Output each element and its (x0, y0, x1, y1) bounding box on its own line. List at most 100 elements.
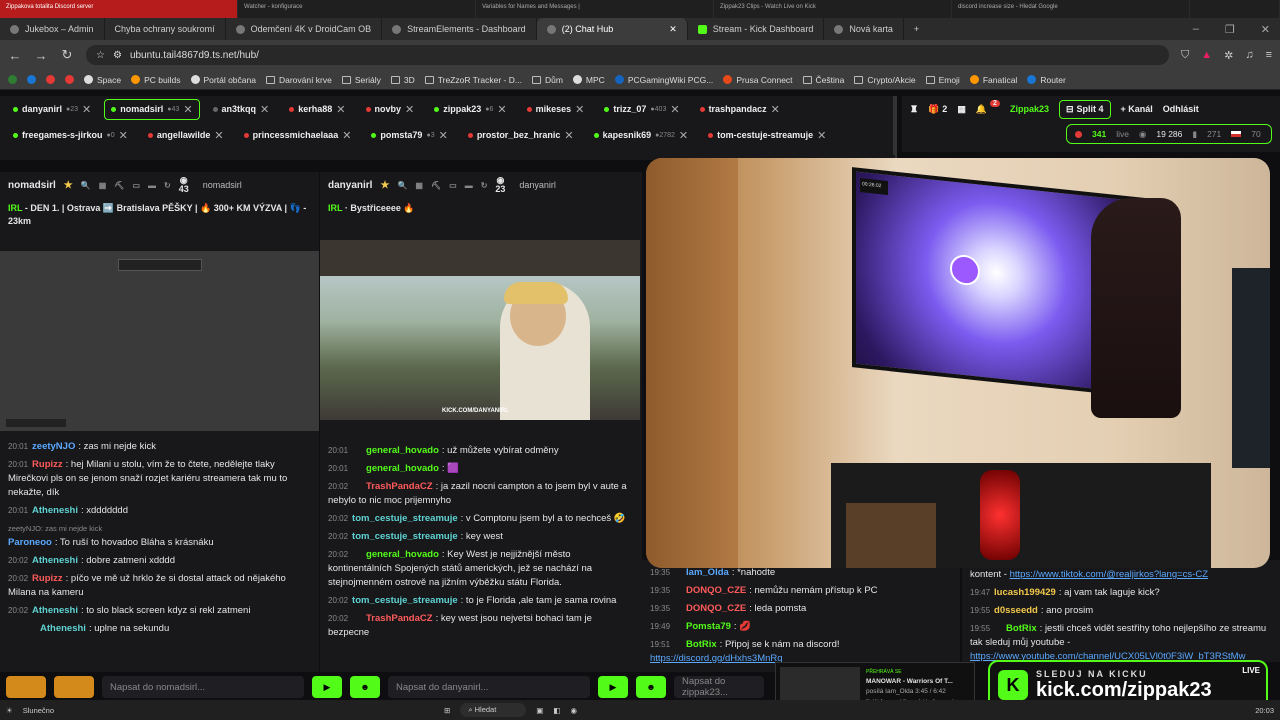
channel-chip-kerha88[interactable]: kerha88 ✕ (282, 99, 352, 120)
beer-emote-icon[interactable] (6, 676, 46, 698)
close-icon[interactable]: ✕ (771, 103, 780, 116)
chat-username[interactable]: Pomsta79 (686, 621, 731, 632)
maximize-icon[interactable]: ❐ (1225, 23, 1235, 36)
channel-chip-zippak23[interactable]: zippak23 ●6 ✕ (427, 99, 513, 120)
screen-icon[interactable]: ▭ (449, 181, 457, 190)
bookmark-prusa[interactable]: Prusa Connect (723, 75, 793, 85)
chat-input-danyanirl[interactable]: Napsat do danyanirl... (388, 676, 590, 698)
screen-icon[interactable]: ▭ (132, 181, 140, 190)
bookmark-mpc[interactable]: MPC (572, 75, 605, 85)
chat-link[interactable]: https://discord.gg/dHxhs3MnRq (650, 653, 783, 664)
close-icon[interactable]: ✕ (82, 103, 91, 116)
chart-icon[interactable]: ▦ (99, 181, 107, 190)
favorite-star-icon[interactable]: ★ (64, 180, 73, 191)
chat-username[interactable]: Atheneshi (32, 605, 78, 616)
channel-chip-novby[interactable]: novby ✕ (359, 99, 422, 120)
close-icon[interactable]: ✕ (342, 129, 351, 142)
top-tab-2[interactable]: Variables for Names and Messages | (476, 0, 714, 18)
bookmark-series[interactable]: Seriály (341, 75, 381, 85)
chat-username[interactable]: d0sseedd (994, 605, 1038, 616)
grid-button[interactable]: ▦ (957, 104, 966, 115)
chat-username[interactable]: DONQO_CZE (686, 585, 746, 596)
reload-icon[interactable]: ↻ (60, 47, 74, 63)
bookmark-cestina[interactable]: Čeština (802, 75, 844, 85)
channel-bar-scrollbar[interactable] (893, 96, 897, 158)
top-tab-1[interactable]: Watcher - konfigurace (238, 0, 476, 18)
top-tab-3[interactable]: Zippak23 Clips - Watch Live on Kick (714, 0, 952, 18)
channel-chip-trashpandacz[interactable]: trashpandacz ✕ (693, 99, 787, 120)
bookmark-blood[interactable]: Darování krve (265, 75, 332, 85)
emote-button[interactable]: ☻ (350, 676, 380, 698)
tab-droidcam[interactable]: Odemčení 4K v DroidCam OB (226, 18, 383, 40)
start-icon[interactable]: ⊞ (444, 706, 450, 715)
tab-chat-hub[interactable]: (2) Chat Hub ✕ (536, 18, 688, 40)
bookmark-router[interactable]: Router (1027, 75, 1066, 85)
channel-chip-trizz07[interactable]: trizz_07 ●403 ✕ (597, 99, 686, 120)
forward-icon[interactable]: → (34, 48, 48, 63)
channel-chip-princess[interactable]: princessmichaelaaa ✕ (237, 125, 359, 146)
video-player-danyanirl[interactable]: KICK.COM/DANYANIRL (320, 240, 640, 420)
extension-triangle-icon[interactable]: ▲ (1201, 49, 1212, 61)
extensions-icon[interactable]: ✲ (1224, 49, 1233, 62)
top-tab-4[interactable]: discord increase size - Hledat Google (952, 0, 1190, 18)
chat-username[interactable]: general_hovado (366, 445, 439, 456)
ban-icon[interactable]: ⛏ (114, 181, 124, 190)
close-icon[interactable]: ✕ (817, 129, 826, 142)
youtube-icon[interactable] (65, 75, 74, 84)
maps-icon[interactable] (8, 75, 17, 84)
bookmark-star-icon[interactable]: ☆ (96, 50, 105, 61)
bookmark-dum[interactable]: Dům (531, 75, 563, 85)
close-icon[interactable]: ✕ (564, 129, 573, 142)
chat-username[interactable]: Rupizz (32, 459, 63, 470)
weather-label[interactable]: Slunečno (23, 706, 54, 715)
back-icon[interactable]: ← (8, 48, 22, 63)
chat-username[interactable]: general_hovado (366, 463, 439, 474)
search-icon[interactable]: 🔍 (397, 181, 407, 190)
pane-channel-name[interactable]: danyanirl (328, 180, 372, 191)
media-icon[interactable]: ♫ (1245, 49, 1253, 61)
close-icon[interactable]: ✕ (497, 103, 506, 116)
tab-kick-dashboard[interactable]: Stream - Kick Dashboard (688, 18, 825, 40)
close-icon[interactable]: ✕ (679, 129, 688, 142)
chat-input-nomadsirl[interactable]: Napsat do nomadsirl... (102, 676, 304, 698)
crown-button[interactable]: ♜ (910, 104, 918, 115)
chat-username[interactable]: lucash199429 (994, 587, 1056, 598)
taskbar-app-icon[interactable]: ◧ (553, 706, 560, 715)
chat-username[interactable]: BotRix (1006, 623, 1037, 634)
close-icon[interactable]: ✕ (260, 103, 269, 116)
tab-privacy-error[interactable]: Chyba ochrany soukromí (105, 18, 226, 40)
pane-pinned-channel[interactable]: nomadsirl (203, 180, 242, 190)
gifts-button[interactable]: 🎁 2 (928, 104, 947, 115)
tab-streamelements[interactable]: StreamElements - Dashboard (382, 18, 537, 40)
tab-jukebox[interactable]: Jukebox – Admin (0, 18, 105, 40)
channel-chip-prostor[interactable]: prostor_bez_hranic ✕ (461, 125, 581, 146)
channel-chip-danyanirl[interactable]: danyanirl ●23 ✕ (6, 99, 98, 120)
channel-chip-kapesnik69[interactable]: kapesnik69 ●2782 ✕ (587, 125, 696, 146)
hide-icon[interactable]: ▬ (465, 181, 473, 190)
bookmark-3d[interactable]: 3D (390, 75, 415, 85)
pane-pinned-channel[interactable]: danyanirl (519, 180, 556, 190)
close-icon[interactable]: ✕ (336, 103, 345, 116)
extension-shield-icon[interactable]: ⛉ (1181, 49, 1189, 62)
notifications-button[interactable]: 🔔 2 (976, 99, 1000, 115)
send-button[interactable]: ▶ (312, 676, 342, 698)
favorite-star-icon[interactable]: ★ (380, 180, 389, 191)
chat-username[interactable]: TrashPandaCZ (366, 613, 433, 624)
chat-username[interactable]: Atheneshi (32, 505, 78, 516)
add-channel-button[interactable]: + Kanál (1121, 104, 1153, 114)
taskbar-search[interactable]: ⌕ Hledat (460, 703, 527, 717)
taskbar-app-icon[interactable]: ▣ (536, 706, 543, 715)
emote-button[interactable]: ☻ (636, 676, 666, 698)
logout-button[interactable]: Odhlásit (1163, 104, 1199, 114)
bookmark-portal[interactable]: Portál občana (190, 75, 256, 85)
bookmark-trezzor[interactable]: TreZzoR Tracker - D... (424, 75, 522, 85)
chat-username[interactable]: Paroneoo (8, 537, 52, 548)
bookmark-crypto[interactable]: Crypto/Akcie (854, 75, 916, 85)
close-icon[interactable]: ✕ (405, 103, 414, 116)
channel-chip-an3tkqq[interactable]: an3tkqq ✕ (206, 99, 277, 120)
pane-channel-name[interactable]: nomadsirl (8, 180, 56, 191)
chat-link[interactable]: https://www.tiktok.com/@realjirkos?lang=… (1010, 569, 1208, 580)
ban-icon[interactable]: ⛏ (431, 181, 441, 190)
refresh-icon[interactable]: ↻ (164, 181, 171, 190)
channel-chip-tom-cestuje[interactable]: tom-cestuje-streamuje ✕ (701, 125, 833, 146)
